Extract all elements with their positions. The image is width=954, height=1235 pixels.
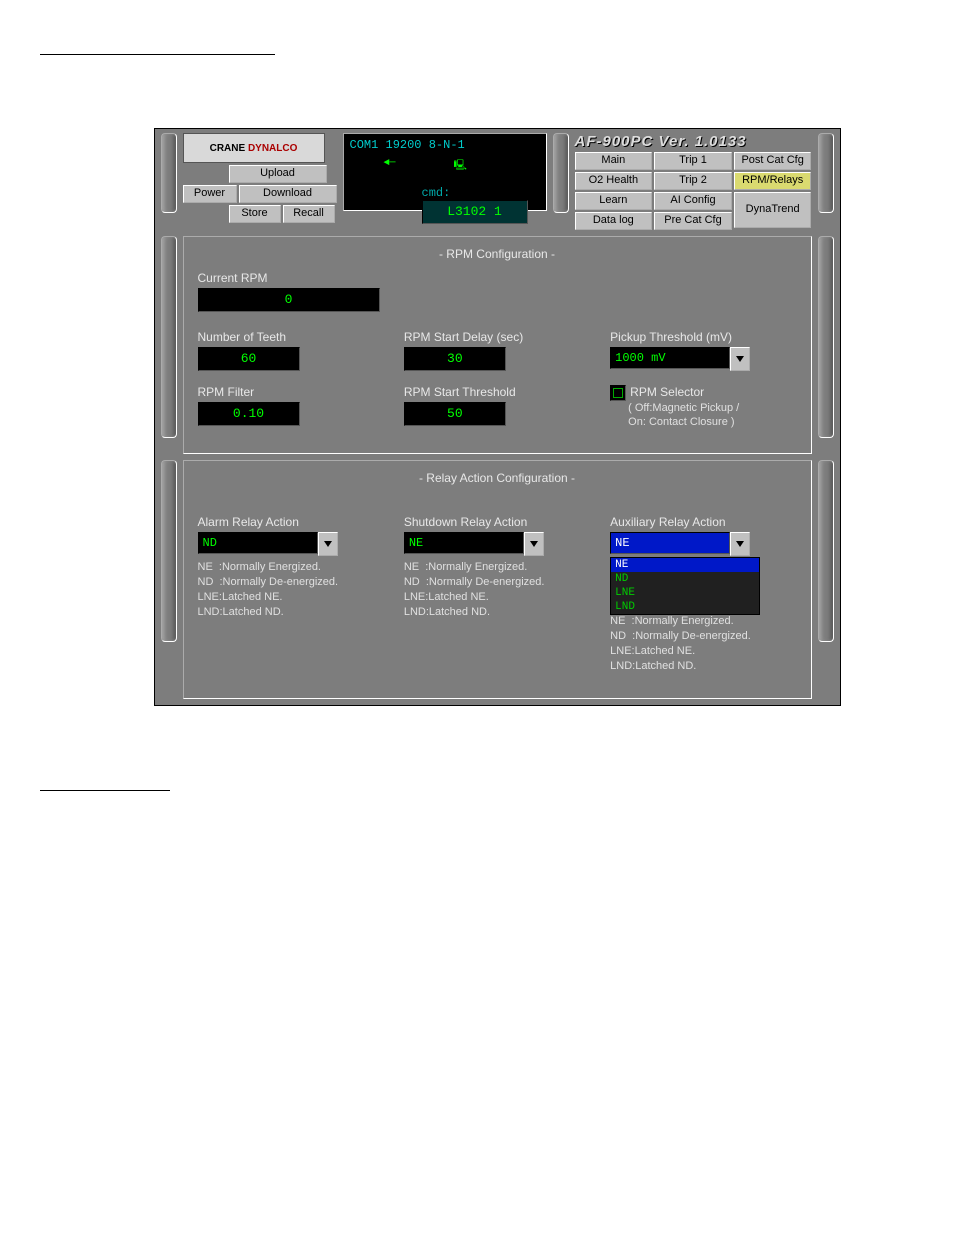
tab-rpm-relays[interactable]: RPM/Relays [734,172,812,190]
pickup-select[interactable]: 1000 mV [610,347,730,369]
tab-dynatrend[interactable]: DynaTrend [734,192,812,228]
aux-relay-select[interactable]: NE [610,532,730,554]
chevron-down-icon [736,541,744,547]
start-thresh-label: RPM Start Threshold [404,385,590,399]
delay-input[interactable]: 30 [404,347,506,371]
rpm-panel-title: - RPM Configuration - [198,247,797,261]
delay-label: RPM Start Delay (sec) [404,330,590,344]
relay-panel: - Relay Action Configuration - Alarm Rel… [183,460,812,699]
current-rpm-label: Current RPM [198,271,797,285]
cmd-label: cmd: [422,186,451,200]
tab-trip2[interactable]: Trip 2 [654,172,732,190]
relay-legend-3: NE :Normally Energized. ND :Normally De-… [610,614,796,674]
aux-relay-label: Auxiliary Relay Action [610,515,796,529]
app-window: CRANE DYNALCO Upload Power Download Stor… [154,128,841,706]
filter-input[interactable]: 0.10 [198,402,300,426]
shutdown-relay-label: Shutdown Relay Action [404,515,590,529]
pc-icon: 🖳 [454,158,467,175]
grip-handle-right[interactable] [818,133,834,213]
shutdown-dropdown-button[interactable] [524,532,544,556]
store-button[interactable]: Store [229,205,281,223]
app-title: AF-900PC Ver. 1.0133 [575,133,812,150]
panel-grip-left[interactable] [161,236,177,438]
teeth-label: Number of Teeth [198,330,384,344]
rpm-selector-hint1: ( Off:Magnetic Pickup / [628,401,796,415]
alarm-relay-label: Alarm Relay Action [198,515,384,529]
alarm-relay-select[interactable]: ND [198,532,318,554]
chevron-down-icon [324,541,332,547]
recall-button[interactable]: Recall [283,205,335,223]
power-button[interactable]: Power [183,185,237,203]
cmd-value: L3102 1 [422,200,528,224]
start-thresh-input[interactable]: 50 [404,402,506,426]
current-rpm-value: 0 [198,288,380,312]
aux-relay-dropdown-list[interactable]: NE ND LNE LND [610,557,760,615]
rpm-selector-checkbox[interactable] [610,385,626,401]
rpm-selector-label: RPM Selector [630,385,704,399]
grip-handle-mid[interactable] [553,133,569,213]
tab-datalog[interactable]: Data log [575,212,653,230]
terminal: COM1 19200 8-N-1 ◄─ 🖳 cmd: L3102 1 resp:… [343,133,547,211]
heading-underline-2 [40,776,170,791]
aux-option-ne[interactable]: NE [611,558,759,572]
rpm-selector-hint2: On: Contact Closure ) [628,415,796,429]
tab-postcat[interactable]: Post Cat Cfg [734,152,812,170]
grip-handle-left[interactable] [161,133,177,213]
tab-trip1[interactable]: Trip 1 [654,152,732,170]
tab-main[interactable]: Main [575,152,653,170]
tab-o2health[interactable]: O2 Health [575,172,653,190]
logo: CRANE DYNALCO [183,133,325,163]
download-button[interactable]: Download [239,185,337,203]
relay-legend-1: NE :Normally Energized. ND :Normally De-… [198,560,384,620]
tab-ai-config[interactable]: AI Config [654,192,732,210]
panel2-grip-right[interactable] [818,460,834,642]
rpm-panel: - RPM Configuration - Current RPM 0 Numb… [183,236,812,454]
aux-dropdown-button[interactable] [730,532,750,556]
aux-option-nd[interactable]: ND [611,572,759,586]
teeth-input[interactable]: 60 [198,347,300,371]
filter-label: RPM Filter [198,385,384,399]
relay-panel-title: - Relay Action Configuration - [198,471,797,485]
tab-learn[interactable]: Learn [575,192,653,210]
upload-button[interactable]: Upload [229,165,327,183]
link-icon: ◄─ [384,158,396,169]
relay-legend-2: NE :Normally Energized. ND :Normally De-… [404,560,590,620]
aux-option-lne[interactable]: LNE [611,586,759,600]
panel-grip-right[interactable] [818,236,834,438]
panel2-grip-left[interactable] [161,460,177,642]
chevron-down-icon [530,541,538,547]
aux-option-lnd[interactable]: LND [611,600,759,614]
chevron-down-icon [736,356,744,362]
com-port-line: COM1 19200 8-N-1 [350,138,540,152]
tab-precat[interactable]: Pre Cat Cfg [654,212,732,230]
shutdown-relay-select[interactable]: NE [404,532,524,554]
alarm-dropdown-button[interactable] [318,532,338,556]
pickup-dropdown-button[interactable] [730,347,750,371]
pickup-label: Pickup Threshold (mV) [610,330,796,344]
heading-underline-1 [40,40,275,55]
